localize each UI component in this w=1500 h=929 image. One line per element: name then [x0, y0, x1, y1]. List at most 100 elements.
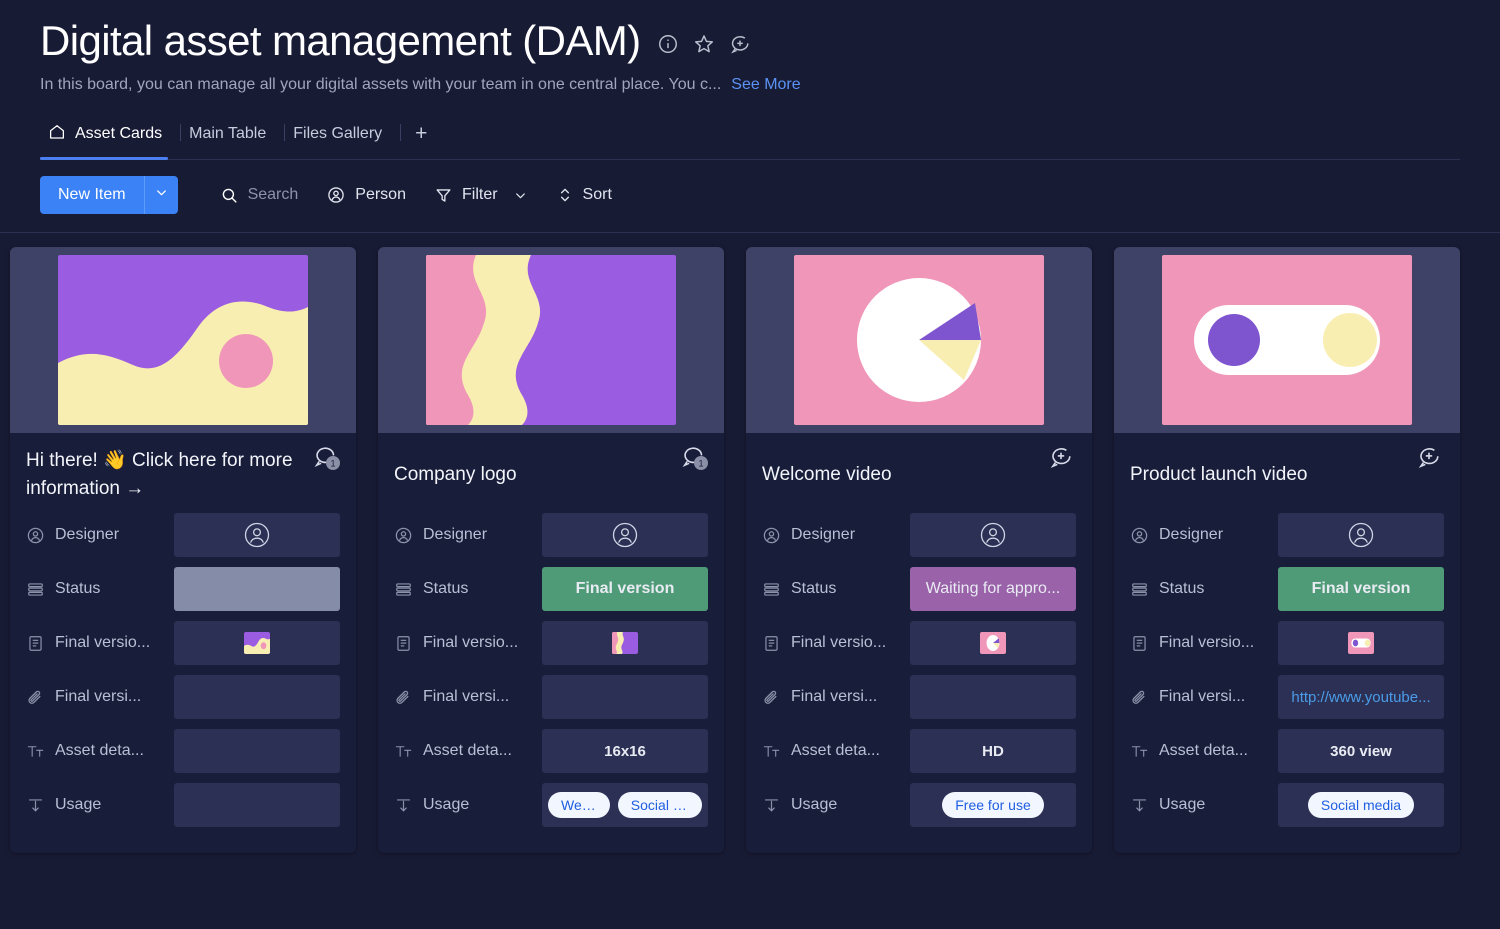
field-final-version-file: Final versio...	[26, 621, 340, 666]
paperclip-icon	[26, 688, 45, 707]
title-row: Digital asset management (DAM)	[40, 17, 1460, 64]
svg-text:1: 1	[330, 459, 335, 469]
final-version-file-value[interactable]	[542, 621, 708, 666]
usage-download-icon	[26, 796, 45, 815]
asset-details-value[interactable]: 16x16	[542, 729, 708, 774]
filter-button[interactable]: Filter	[420, 178, 542, 213]
field-label: Usage	[762, 796, 910, 815]
file-icon	[394, 634, 413, 653]
final-version-link-value[interactable]	[910, 675, 1076, 720]
new-item-button[interactable]: New Item	[40, 176, 144, 215]
text-icon	[1130, 742, 1149, 761]
card-cover[interactable]	[10, 247, 356, 434]
field-label-text: Designer	[55, 526, 120, 544]
designer-value[interactable]	[910, 513, 1076, 558]
final-version-link-value[interactable]	[174, 675, 340, 720]
field-label: Usage	[394, 796, 542, 815]
usage-tag[interactable]: Social m...	[617, 792, 702, 819]
asset-card[interactable]: Company logo 1 Designer Status Final ver…	[378, 247, 724, 854]
field-label: Asset deta...	[762, 742, 910, 761]
final-version-link-value[interactable]	[542, 675, 708, 720]
final-version-file-value[interactable]	[174, 621, 340, 666]
person-label: Person	[355, 186, 406, 204]
card-fields: Designer	[394, 513, 708, 828]
file-icon	[762, 634, 781, 653]
asset-card[interactable]: Product launch video Designer Status Fin…	[1114, 247, 1460, 854]
avatar-placeholder-icon	[1346, 520, 1376, 550]
field-label: Final versio...	[394, 634, 542, 653]
field-designer: Designer	[394, 513, 708, 558]
status-badge[interactable]	[174, 567, 340, 612]
field-label: Final versi...	[762, 688, 910, 707]
status-badge[interactable]: Final version	[1278, 567, 1444, 612]
usage-tag[interactable]: Free for use	[942, 792, 1044, 819]
field-asset-details: Asset deta... 360 view	[1130, 729, 1444, 774]
field-label: Usage	[26, 796, 174, 815]
tab-main-table[interactable]: Main Table	[181, 114, 284, 159]
card-title: Hi there! 👋 Click here for more informat…	[26, 450, 293, 499]
status-badge[interactable]: Waiting for appro...	[910, 567, 1076, 612]
avatar-placeholder-icon	[242, 520, 272, 550]
field-label-text: Final versio...	[791, 634, 887, 652]
usage-tag[interactable]: Social media	[1307, 792, 1415, 819]
info-icon[interactable]	[657, 33, 679, 55]
tab-asset-cards[interactable]: Asset Cards	[40, 114, 180, 161]
board-footer	[0, 853, 1500, 907]
card-cover[interactable]	[378, 247, 724, 434]
field-label: Final versio...	[1130, 634, 1278, 653]
new-item-dropdown-button[interactable]	[143, 176, 178, 215]
field-label-text: Usage	[423, 796, 470, 814]
person-icon	[326, 185, 346, 205]
field-label: Usage	[1130, 796, 1278, 815]
file-icon	[1130, 634, 1149, 653]
add-comment-icon[interactable]	[729, 33, 751, 55]
asset-details-value[interactable]	[174, 729, 340, 774]
sort-label: Sort	[582, 186, 612, 204]
paperclip-icon	[1130, 688, 1149, 707]
field-label-text: Usage	[1159, 796, 1206, 814]
field-label-text: Status	[1159, 580, 1205, 598]
designer-value[interactable]	[174, 513, 340, 558]
status-icon	[762, 580, 781, 599]
card-cover[interactable]	[1114, 247, 1460, 434]
sort-button[interactable]: Sort	[542, 178, 626, 212]
field-label-text: Asset deta...	[55, 742, 144, 760]
field-final-version-link: Final versi... http://www.youtube...	[1130, 675, 1444, 720]
usage-download-icon	[762, 796, 781, 815]
search-button[interactable]: Search	[206, 178, 313, 213]
final-version-file-value[interactable]	[910, 621, 1076, 666]
board-description: In this board, you can manage all your d…	[40, 76, 722, 94]
usage-value[interactable]	[174, 783, 340, 828]
see-more-link[interactable]: See More	[731, 76, 800, 94]
usage-value[interactable]: Web... Social m...	[542, 783, 708, 828]
star-icon[interactable]	[693, 33, 715, 55]
home-icon	[48, 123, 66, 146]
tab-label: Main Table	[189, 125, 267, 143]
person-filter-button[interactable]: Person	[312, 177, 420, 213]
asset-details-value[interactable]: 360 view	[1278, 729, 1444, 774]
usage-value[interactable]: Social media	[1278, 783, 1444, 828]
comment-count-icon[interactable]: 1	[676, 443, 710, 473]
add-view-button[interactable]: +	[401, 114, 441, 159]
add-comment-icon[interactable]	[1044, 443, 1078, 473]
usage-value[interactable]: Free for use	[910, 783, 1076, 828]
asset-card[interactable]: Welcome video Designer Status Waiting fo…	[746, 247, 1092, 854]
designer-value[interactable]	[1278, 513, 1444, 558]
field-label: Designer	[1130, 526, 1278, 545]
final-version-link-value[interactable]: http://www.youtube...	[1278, 675, 1444, 720]
usage-download-icon	[394, 796, 413, 815]
asset-details-value[interactable]: HD	[910, 729, 1076, 774]
card-cover[interactable]	[746, 247, 1092, 434]
card-fields: Designer	[762, 513, 1076, 828]
tab-files-gallery[interactable]: Files Gallery	[285, 114, 400, 159]
comment-count-icon[interactable]: 1	[308, 443, 342, 473]
designer-value[interactable]	[542, 513, 708, 558]
add-comment-icon[interactable]	[1412, 443, 1446, 473]
field-label: Asset deta...	[1130, 742, 1278, 761]
person-icon	[1130, 526, 1149, 545]
usage-tag[interactable]: Web...	[548, 792, 610, 819]
status-badge[interactable]: Final version	[542, 567, 708, 612]
asset-card[interactable]: Hi there! 👋 Click here for more informat…	[10, 247, 356, 854]
cover-art-stripes	[426, 255, 676, 426]
final-version-file-value[interactable]	[1278, 621, 1444, 666]
